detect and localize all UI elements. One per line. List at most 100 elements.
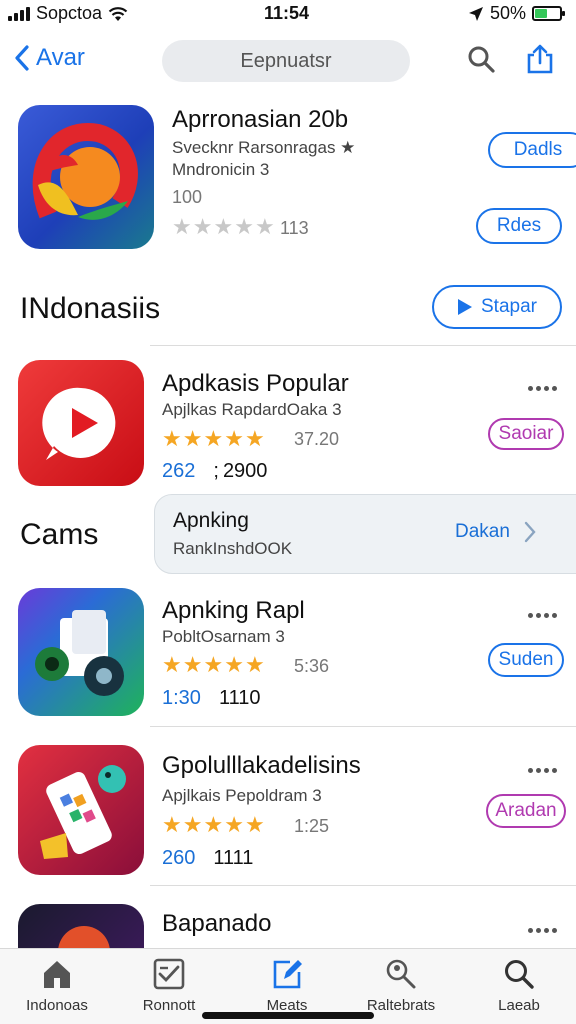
star-icon: ★ <box>162 812 182 837</box>
navigation-bar: Avar Eepnuatsr <box>0 36 576 88</box>
clock: 11:54 <box>264 3 310 23</box>
star-icon: ★ <box>172 214 192 239</box>
app-title[interactable]: Apnking Rapl <box>162 597 305 625</box>
search-field[interactable]: Eepnuatsr <box>162 40 410 82</box>
app-subtitle: PobltOsarnam 3 <box>162 627 285 646</box>
more-options-icon[interactable] <box>528 613 557 618</box>
featured-app-icon[interactable] <box>18 105 154 249</box>
app-stat-primary: 260 <box>162 847 196 869</box>
app-stat-secondary: 1111 <box>213 847 254 869</box>
more-options-icon[interactable] <box>528 928 557 933</box>
app-get-label: Suden <box>498 649 554 670</box>
tab-indonoas[interactable]: Indonoas <box>2 957 112 1014</box>
star-icon: ★ <box>182 812 203 837</box>
edit-icon <box>273 960 302 989</box>
tab-label: Laeab <box>498 997 540 1014</box>
app-subtitle: Apjlkas RapdardOaka 3 <box>162 400 342 419</box>
back-button[interactable]: Avar <box>14 44 85 72</box>
search-people-icon <box>386 959 416 989</box>
tab-label: Indonoas <box>26 997 88 1014</box>
star-icon: ★ <box>244 652 265 677</box>
ranking-card-subtitle: RankInshdOOK <box>173 539 293 558</box>
star-icon: ★ <box>192 214 213 239</box>
divider <box>150 345 576 346</box>
tab-meats[interactable]: Meats <box>232 957 342 1014</box>
app-get-button[interactable]: Aradan <box>486 794 566 828</box>
tab-raltebrats[interactable]: Raltebrats <box>346 957 456 1014</box>
ranking-card-action-label: Dakan <box>455 521 510 542</box>
star-icon: ★ <box>224 426 244 451</box>
status-bar: Sopctoa 11:54 50% <box>0 0 576 28</box>
star-icon: ★ <box>182 426 203 451</box>
tab-laeab[interactable]: Laeab <box>464 957 574 1014</box>
tab-ronnott[interactable]: Ronnott <box>114 957 224 1014</box>
app-get-button[interactable]: Saoiar <box>488 418 564 450</box>
ranking-card-action[interactable]: Dakan <box>455 521 536 543</box>
ranking-card[interactable]: Apnking RankInshdOOK Dakan <box>154 494 576 574</box>
app-get-button[interactable]: Suden <box>488 643 564 677</box>
featured-details-label: Dadls <box>513 139 563 160</box>
app-stat-secondary: 2900 <box>222 460 268 482</box>
star-icon: ★ <box>203 652 224 677</box>
app-stat-primary: 1:30 <box>162 687 201 709</box>
app-rating-stars: ★ ★ ★ ★ ★ <box>162 654 265 676</box>
app-stat-separator: ; <box>213 460 219 482</box>
signal-icon <box>8 6 30 21</box>
share-icon[interactable] <box>525 44 555 74</box>
wifi-icon <box>108 6 128 21</box>
featured-app-subtitle-2: Mndronicin 3 <box>172 160 270 179</box>
app-title[interactable]: Gpolulllakadelisins <box>162 752 361 780</box>
app-stats: 1:30 1110 <box>162 687 260 710</box>
app-rating-value: 5:36 <box>294 656 330 676</box>
play-icon <box>458 299 472 315</box>
carrier-name: Sopctoa <box>36 3 103 23</box>
featured-get-label: Rdes <box>496 215 542 236</box>
featured-app-subtitle: Svecknr Rarsonragas ★ <box>172 138 356 157</box>
star-icon: ★ <box>182 652 203 677</box>
app-stats: 262 ; 2900 <box>162 460 267 483</box>
star-icon: ★ <box>234 214 254 239</box>
battery-icon <box>532 6 565 21</box>
app-title[interactable]: Apdkasis Popular <box>162 370 349 398</box>
star-icon: ★ <box>162 426 182 451</box>
divider <box>150 726 576 727</box>
star-icon: ★ <box>244 812 265 837</box>
featured-app-count: 100 <box>172 187 203 207</box>
more-options-icon[interactable] <box>528 386 557 391</box>
featured-app-title[interactable]: Aprronasian 20b <box>172 106 348 134</box>
status-right: 50% <box>468 3 565 24</box>
chevron-left-icon <box>15 45 29 71</box>
play-label: Stapar <box>481 296 537 317</box>
app-rating-value: 1:25 <box>294 816 330 836</box>
more-options-icon[interactable] <box>528 768 557 773</box>
app-subtitle: Apjlkais Pepoldram 3 <box>162 786 322 805</box>
star-icon: ★ <box>203 812 224 837</box>
app-get-label: Saoiar <box>498 423 554 444</box>
play-button[interactable]: Stapar <box>432 285 562 329</box>
checklist-icon <box>153 958 185 990</box>
back-label: Avar <box>36 44 85 71</box>
rank-section-label: Cams <box>20 518 99 551</box>
star-icon: ★ <box>213 214 234 239</box>
app-rating-value: 37.20 <box>294 429 340 449</box>
app-icon-ranking[interactable] <box>18 588 144 716</box>
featured-details-button[interactable]: Dadls <box>488 132 576 168</box>
tab-label: Raltebrats <box>366 997 436 1014</box>
app-icon-popular[interactable] <box>18 360 144 486</box>
star-icon: ★ <box>224 652 244 677</box>
search-icon[interactable] <box>466 44 496 74</box>
featured-rating-count: 113 <box>280 218 309 238</box>
ranking-card-title: Apnking <box>173 509 249 532</box>
divider <box>150 885 576 886</box>
app-stats: 260 1111 <box>162 847 253 870</box>
app-rating-stars: ★ ★ ★ ★ ★ <box>162 428 265 450</box>
section-title: INdonasiis <box>20 292 161 325</box>
featured-rating-stars: ★ ★ ★ ★ ★ <box>172 216 275 238</box>
app-title[interactable]: Bapanado <box>162 910 271 938</box>
featured-get-button[interactable]: Rdes <box>476 208 562 244</box>
app-icon-gallery[interactable] <box>18 745 144 875</box>
tab-label: Ronnott <box>142 997 196 1014</box>
star-icon: ★ <box>162 652 182 677</box>
star-icon: ★ <box>244 426 265 451</box>
star-icon: ★ <box>254 214 275 239</box>
